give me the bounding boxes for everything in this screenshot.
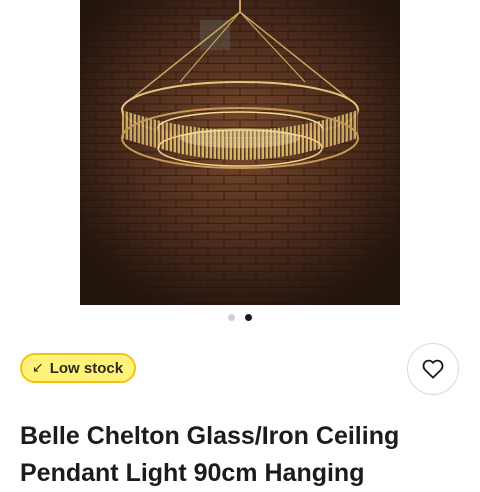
stock-status-label: Low stock [49, 359, 124, 377]
wishlist-button[interactable] [407, 343, 459, 395]
carousel-dot-1[interactable] [228, 314, 235, 321]
product-image[interactable] [80, 0, 400, 305]
carousel-dots [0, 314, 480, 321]
arrow-down-left-icon: ↙ [32, 360, 44, 376]
carousel-dot-2[interactable] [245, 314, 252, 321]
product-title: Belle Chelton Glass/Iron Ceiling Pendant… [20, 422, 400, 487]
low-stock-badge: ↙ Low stock [20, 353, 137, 383]
heart-outline-icon [422, 359, 444, 379]
